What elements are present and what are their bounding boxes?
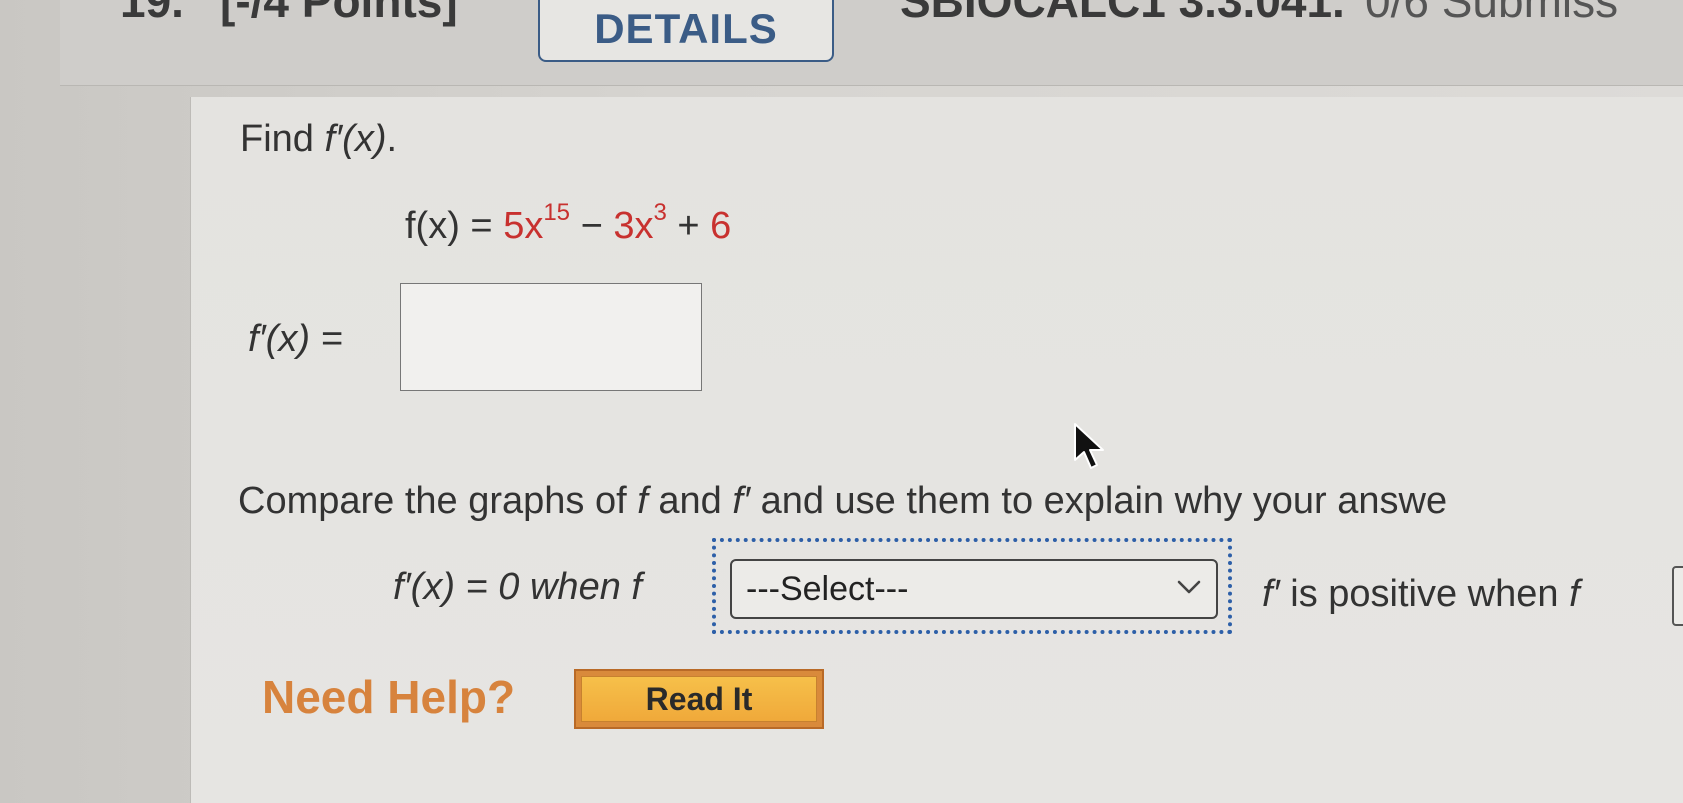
zero-condition-text: f′(x) = 0 when bbox=[393, 566, 632, 608]
function-definition: f(x) = 5x15 − 3x3 + 6 bbox=[405, 201, 732, 248]
fprime-symbol: f′(x) bbox=[324, 118, 387, 160]
points-label: [-/4 Points] bbox=[220, 0, 458, 27]
positive-condition-label: f′ is positive when f bbox=[1262, 573, 1580, 616]
term2-exp: 3 bbox=[653, 199, 667, 226]
compare-f: f bbox=[637, 480, 648, 522]
positive-text: is positive when bbox=[1279, 573, 1570, 615]
minus-sign: − bbox=[570, 205, 614, 247]
term2-coef: 3x bbox=[613, 205, 654, 247]
details-button[interactable]: DETAILS bbox=[538, 0, 834, 62]
screen: 19. [-/4 Points] DETAILS SBIOCALC1 3.3.0… bbox=[0, 0, 1683, 803]
plus-sign: + bbox=[666, 205, 711, 247]
positive-select-dropdown[interactable] bbox=[1672, 566, 1683, 626]
derivative-answer-input[interactable] bbox=[400, 283, 702, 391]
problem-id: SBIOCALC1 3.3.041. bbox=[900, 0, 1345, 27]
compare-fprime: f′ bbox=[732, 480, 751, 522]
fx-lhs: f(x) = bbox=[405, 205, 504, 247]
submissions-count: 0/6 Submiss bbox=[1365, 0, 1619, 27]
find-word: Find bbox=[240, 118, 325, 160]
term1-coef: 5x bbox=[503, 205, 544, 247]
compare-instruction: Compare the graphs of f and f′ and use t… bbox=[238, 480, 1447, 523]
behavior-select-dropdown[interactable]: ---Select--- bbox=[730, 559, 1218, 619]
compare-start: Compare the graphs of bbox=[238, 480, 638, 522]
question-number: 19. bbox=[120, 0, 184, 27]
compare-end: and use them to explain why your answe bbox=[750, 480, 1448, 522]
term1-exp: 15 bbox=[543, 199, 571, 226]
zero-condition-f: f bbox=[631, 566, 642, 608]
answer-label: f′(x) = bbox=[248, 318, 343, 360]
select-value: ---Select--- bbox=[746, 570, 909, 608]
chevron-down-icon bbox=[1177, 580, 1201, 594]
read-it-button[interactable]: Read It bbox=[574, 669, 824, 729]
compare-and: and bbox=[647, 480, 733, 522]
need-help-label: Need Help? bbox=[262, 671, 516, 723]
positive-fprime: f′ bbox=[1262, 573, 1280, 615]
prompt-period: . bbox=[386, 118, 398, 160]
constant-term: 6 bbox=[710, 205, 732, 247]
mouse-cursor-icon bbox=[1074, 423, 1104, 469]
positive-f: f bbox=[1569, 573, 1580, 615]
find-prompt: Find f′(x). bbox=[240, 118, 397, 161]
read-it-label: Read It bbox=[581, 676, 817, 722]
zero-condition-label: f′(x) = 0 when f bbox=[393, 566, 642, 609]
